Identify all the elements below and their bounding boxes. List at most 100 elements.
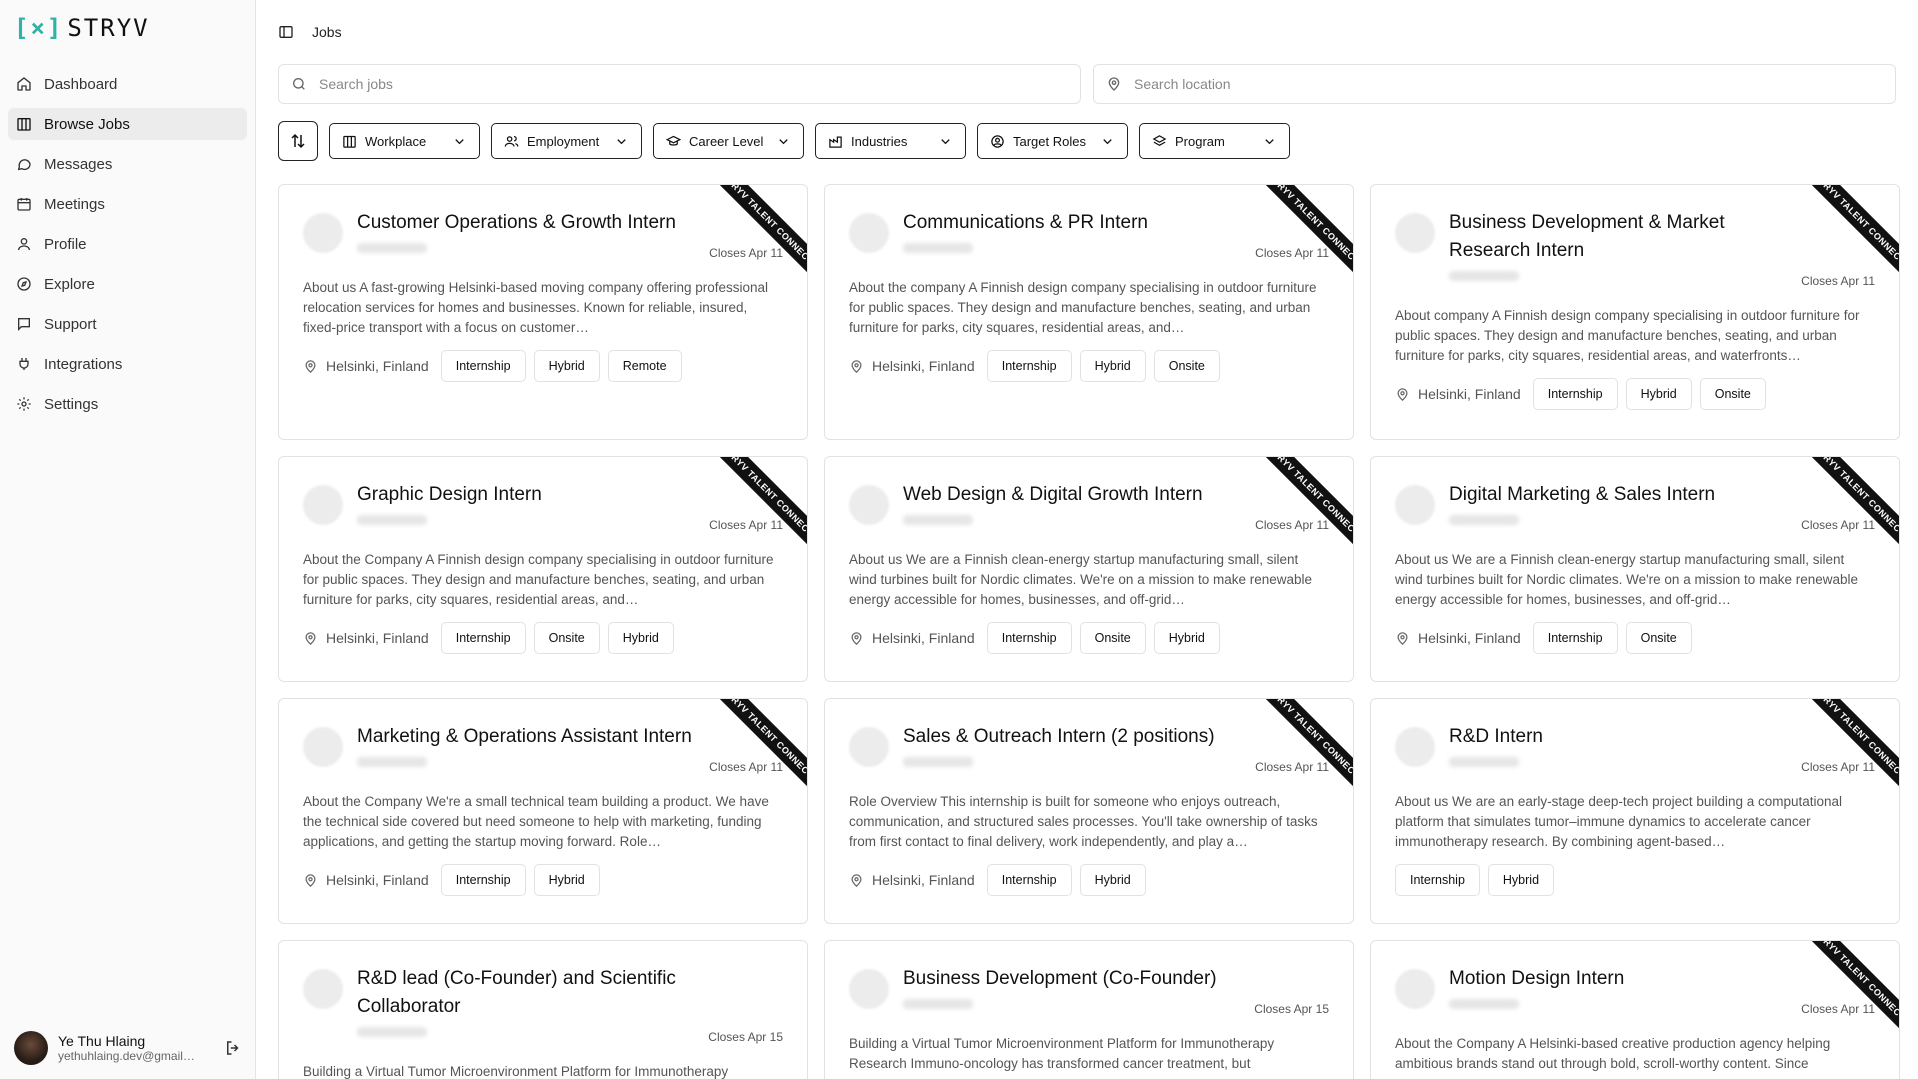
- job-location-label: Helsinki, Finland: [872, 872, 975, 888]
- job-location: Helsinki, Finland: [303, 630, 429, 646]
- company-name-redacted: [357, 243, 427, 253]
- job-card-header: Sales & Outreach Intern (2 positions) Cl…: [849, 723, 1329, 774]
- job-card-header: Marketing & Operations Assistant Intern …: [303, 723, 783, 774]
- company-name-redacted: [357, 515, 427, 525]
- calendar-icon: [17, 198, 31, 211]
- search-jobs-input[interactable]: Search jobs: [278, 64, 1081, 104]
- filter-label: Career Level: [689, 133, 764, 149]
- job-card[interactable]: STRYV TALENT CONNECT Sales & Outreach In…: [824, 698, 1354, 924]
- topbar: Jobs: [278, 20, 342, 44]
- company-name-redacted: [903, 757, 973, 767]
- job-title[interactable]: R&D lead (Co-Founder) and Scientific Col…: [357, 965, 783, 1021]
- job-location: Helsinki, Finland: [849, 358, 975, 374]
- sidebar-item-support[interactable]: Support: [8, 308, 247, 340]
- filter-industries[interactable]: Industries: [815, 123, 966, 159]
- company-logo: [849, 969, 889, 1009]
- sidebar-item-settings[interactable]: Settings: [8, 388, 247, 420]
- sidebar-toggle-icon[interactable]: [278, 24, 294, 40]
- job-tag: Internship: [440, 864, 526, 896]
- job-tags: Internship Hybrid: [1395, 864, 1875, 896]
- filter-workplace[interactable]: Workplace: [329, 123, 480, 159]
- job-description: About us A fast-growing Helsinki-based m…: [303, 280, 769, 335]
- search-jobs-placeholder: Search jobs: [319, 76, 393, 92]
- user-menu[interactable]: Ye Thu Hlaing yethuhlaing.dev@gmail.com: [14, 1031, 242, 1065]
- ribbon-label: STRYV TALENT CONNECT: [1261, 457, 1353, 549]
- job-card[interactable]: R&D lead (Co-Founder) and Scientific Col…: [278, 940, 808, 1079]
- chevron-down-icon: [1103, 138, 1112, 144]
- company-name-redacted: [903, 243, 973, 253]
- user-icon: [18, 238, 30, 251]
- company-logo: [303, 969, 343, 1009]
- sidebar-item-browse-jobs[interactable]: Browse Jobs: [8, 108, 247, 140]
- job-title[interactable]: Business Development (Co-Founder): [903, 965, 1329, 993]
- job-card[interactable]: STRYV TALENT CONNECT Marketing & Operati…: [278, 698, 808, 924]
- map-pin-icon: [305, 359, 316, 373]
- sidebar-item-dashboard[interactable]: Dashboard: [8, 68, 247, 100]
- job-card-header: R&D Intern Closes Apr 11: [1395, 723, 1875, 774]
- ribbon-label: STRYV TALENT CONNECT: [715, 699, 807, 791]
- users-icon: [504, 135, 519, 147]
- job-card[interactable]: STRYV TALENT CONNECT R&D Intern Closes A…: [1370, 698, 1900, 924]
- sidebar-item-meetings[interactable]: Meetings: [8, 188, 247, 220]
- filter-career-level[interactable]: Career Level: [653, 123, 804, 159]
- job-location-label: Helsinki, Finland: [1418, 630, 1521, 646]
- job-card[interactable]: STRYV TALENT CONNECT Graphic Design Inte…: [278, 456, 808, 682]
- job-description: About us We are an early-stage deep-tech…: [1395, 794, 1843, 849]
- compass-icon: [17, 277, 31, 291]
- ribbon: STRYV TALENT CONNECT: [1807, 457, 1899, 549]
- sidebar-item-label: Explore: [44, 275, 95, 293]
- avatar[interactable]: [14, 1031, 48, 1065]
- ribbon-label: STRYV TALENT CONNECT: [715, 457, 807, 549]
- filter-employment[interactable]: Employment: [491, 123, 642, 159]
- company-logo: [1395, 969, 1435, 1009]
- ribbon-label: STRYV TALENT CONNECT: [1807, 941, 1899, 1033]
- stryv-logo[interactable]: [×] STRYV: [14, 14, 150, 42]
- filter-label: Employment: [527, 133, 600, 149]
- layers-icon: [1152, 134, 1167, 146]
- sidebar-item-label: Messages: [44, 155, 113, 173]
- filter-label: Industries: [851, 133, 908, 149]
- job-card[interactable]: STRYV TALENT CONNECT Digital Marketing &…: [1370, 456, 1900, 682]
- ribbon-label: STRYV TALENT CONNECT: [1807, 699, 1899, 791]
- sidebar-item-profile[interactable]: Profile: [8, 228, 247, 260]
- job-card-header: Graphic Design Intern Closes Apr 11: [303, 481, 783, 532]
- job-card-header: Motion Design Intern Closes Apr 11: [1395, 965, 1875, 1016]
- ribbon: STRYV TALENT CONNECT: [1807, 941, 1899, 1033]
- job-card[interactable]: STRYV TALENT CONNECT Web Design & Digita…: [824, 456, 1354, 682]
- logout-icon[interactable]: [224, 1039, 242, 1057]
- job-tag: Onsite: [533, 622, 600, 654]
- company-logo: [849, 485, 889, 525]
- chevron-down-icon: [617, 138, 626, 144]
- filter-program[interactable]: Program: [1139, 123, 1290, 159]
- job-card[interactable]: Business Development (Co-Founder) Closes…: [824, 940, 1354, 1079]
- search-location-input[interactable]: Search location: [1093, 64, 1896, 104]
- job-tag: Hybrid: [1487, 864, 1555, 896]
- job-description: About company A Finnish design company s…: [1395, 308, 1860, 363]
- job-tag: Internship: [986, 350, 1072, 382]
- job-tags: Helsinki, Finland Internship Hybrid Remote: [303, 350, 783, 382]
- ribbon: STRYV TALENT CONNECT: [715, 185, 807, 277]
- gear-icon: [17, 397, 31, 411]
- filter-target-roles[interactable]: Target Roles: [977, 123, 1128, 159]
- company-logo: [1395, 213, 1435, 253]
- job-location: Helsinki, Finland: [1395, 630, 1521, 646]
- user-info: Ye Thu Hlaing yethuhlaing.dev@gmail.com: [58, 1033, 214, 1063]
- sort-button[interactable]: [278, 121, 318, 161]
- sidebar-item-integrations[interactable]: Integrations: [8, 348, 247, 380]
- filter-label: Target Roles: [1013, 133, 1086, 149]
- ribbon: STRYV TALENT CONNECT: [715, 457, 807, 549]
- sidebar-item-explore[interactable]: Explore: [8, 268, 247, 300]
- company-name-redacted: [357, 757, 427, 767]
- sidebar-item-messages[interactable]: Messages: [8, 148, 247, 180]
- job-card-heading: R&D lead (Co-Founder) and Scientific Col…: [357, 965, 783, 1044]
- job-description: About the Company A Finnish design compa…: [303, 552, 774, 607]
- company-logo: [849, 213, 889, 253]
- job-card[interactable]: STRYV TALENT CONNECT Business Developmen…: [1370, 184, 1900, 440]
- ribbon: STRYV TALENT CONNECT: [1261, 185, 1353, 277]
- job-card[interactable]: STRYV TALENT CONNECT Motion Design Inter…: [1370, 940, 1900, 1079]
- job-location: Helsinki, Finland: [849, 872, 975, 888]
- job-card[interactable]: STRYV TALENT CONNECT Communications & PR…: [824, 184, 1354, 440]
- map-pin-icon: [851, 359, 862, 373]
- home-icon: [17, 77, 31, 91]
- job-card[interactable]: STRYV TALENT CONNECT Customer Operations…: [278, 184, 808, 440]
